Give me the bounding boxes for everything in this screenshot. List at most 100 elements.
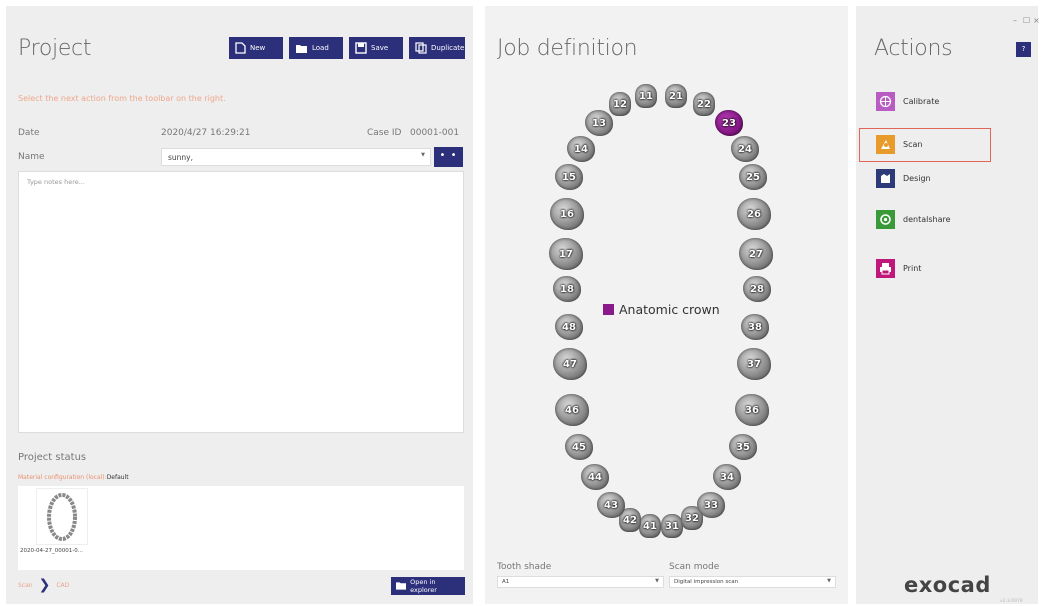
tooth-number: 41: [643, 520, 657, 532]
tooth-number: 37: [747, 358, 761, 370]
notes-textarea[interactable]: Type notes here...: [18, 171, 464, 433]
tooth-17[interactable]: 17: [549, 238, 583, 270]
hint-text: Select the next action from the toolbar …: [18, 94, 226, 103]
tooth-11[interactable]: 11: [635, 84, 657, 108]
tooth-number: 36: [745, 404, 759, 416]
scan-label: Scan: [903, 140, 923, 149]
tooth-number: 15: [562, 171, 576, 183]
tooth-35[interactable]: 35: [729, 434, 757, 460]
duplicate-button-label: Duplicate: [431, 44, 465, 52]
tooth-16[interactable]: 16: [550, 198, 584, 230]
save-button[interactable]: Save: [349, 37, 403, 59]
workflow-step-scan[interactable]: Scan: [18, 582, 33, 589]
print-action[interactable]: Print: [876, 259, 921, 278]
tooth-34[interactable]: 34: [713, 464, 741, 490]
design-icon: [876, 169, 895, 188]
name-input[interactable]: sunny, ▼: [161, 148, 431, 166]
tooth-28[interactable]: 28: [743, 276, 771, 302]
tooth-number: 32: [685, 512, 699, 524]
tooth-37[interactable]: 37: [737, 348, 771, 380]
case-id-label: Case ID: [367, 128, 402, 138]
tooth-22[interactable]: 22: [693, 92, 715, 116]
tooth-25[interactable]: 25: [739, 164, 767, 190]
name-options-button[interactable]: • • •: [434, 147, 463, 179]
tooth-number: 14: [574, 143, 588, 155]
help-button[interactable]: ?: [1016, 42, 1031, 57]
tooth-23[interactable]: 23: [715, 110, 743, 136]
dentalshare-icon: [876, 210, 895, 229]
tooth-21[interactable]: 21: [665, 84, 687, 108]
tooth-31[interactable]: 31: [661, 514, 683, 538]
date-label: Date: [18, 128, 40, 138]
exocad-logo: exocad: [904, 573, 991, 597]
calibrate-action[interactable]: Calibrate: [876, 92, 939, 111]
calibrate-label: Calibrate: [903, 97, 940, 106]
legend-swatch: [603, 304, 614, 315]
design-action[interactable]: Design: [876, 169, 931, 188]
open-in-explorer-button[interactable]: Open in explorer: [391, 577, 465, 595]
case-id-value: 00001-001: [410, 128, 460, 138]
tooth-number: 17: [559, 248, 573, 260]
legend-label: Anatomic crown: [619, 302, 720, 317]
new-button[interactable]: New: [229, 37, 283, 59]
tooth-number: 25: [746, 171, 760, 183]
tooth-33[interactable]: 33: [697, 492, 725, 518]
tooth-44[interactable]: 44: [581, 464, 609, 490]
load-button-label: Load: [312, 44, 329, 52]
tooth-shade-label: Tooth shade: [497, 562, 552, 572]
tooth-18[interactable]: 18: [553, 276, 581, 302]
chevron-down-icon: ▼: [827, 578, 831, 584]
tooth-number: 21: [669, 90, 683, 102]
tooth-number: 23: [722, 117, 736, 129]
folder-icon: [296, 44, 307, 53]
tooth-38[interactable]: 38: [741, 314, 769, 340]
tooth-number: 26: [747, 208, 761, 220]
tooth-number: 34: [720, 471, 734, 483]
material-value: Default: [106, 474, 129, 481]
material-configuration: Material configuration (local):Default: [18, 474, 129, 481]
name-input-value: sunny,: [168, 153, 193, 162]
minimize-button[interactable]: –: [1013, 16, 1017, 25]
tooth-14[interactable]: 14: [567, 136, 595, 162]
load-button[interactable]: Load: [289, 37, 343, 59]
tooth-48[interactable]: 48: [555, 314, 583, 340]
tooth-number: 18: [560, 283, 574, 295]
chevron-right-icon: ❯: [38, 577, 51, 593]
duplicate-icon: [415, 42, 427, 54]
project-thumbnails: 2020-04-27_00001-0...: [18, 486, 464, 570]
jaw-thumbnail-icon: [47, 493, 77, 541]
duplicate-button[interactable]: Duplicate: [409, 37, 465, 59]
scan-action[interactable]: Scan: [876, 135, 922, 154]
tooth-13[interactable]: 13: [585, 110, 613, 136]
project-thumbnail[interactable]: [36, 488, 88, 545]
notes-placeholder: Type notes here...: [27, 178, 85, 186]
scan-mode-select[interactable]: Digital impression scan ▼: [669, 576, 836, 588]
workflow-step-cad[interactable]: CAD: [56, 582, 69, 589]
workflow-steps: Scan ❯ CAD: [18, 577, 69, 593]
tooth-43[interactable]: 43: [597, 492, 625, 518]
tooth-number: 28: [750, 283, 764, 295]
dentalshare-action[interactable]: dentalshare: [876, 210, 951, 229]
tooth-15[interactable]: 15: [555, 164, 583, 190]
tooth-36[interactable]: 36: [735, 394, 769, 426]
tooth-number: 45: [572, 441, 586, 453]
maximize-button[interactable]: ☐: [1023, 16, 1030, 25]
tooth-number: 27: [749, 248, 763, 260]
tooth-number: 16: [560, 208, 574, 220]
print-icon: [876, 259, 895, 278]
name-label: Name: [18, 152, 45, 162]
close-button[interactable]: ×: [1033, 16, 1040, 25]
project-panel: Project New Load Save Duplicate Select t…: [6, 6, 473, 604]
tooth-number: 31: [665, 520, 679, 532]
tooth-27[interactable]: 27: [739, 238, 773, 270]
tooth-41[interactable]: 41: [639, 514, 661, 538]
tooth-47[interactable]: 47: [553, 348, 587, 380]
save-icon: [355, 42, 367, 54]
tooth-45[interactable]: 45: [565, 434, 593, 460]
tooth-26[interactable]: 26: [737, 198, 771, 230]
tooth-24[interactable]: 24: [731, 136, 759, 162]
tooth-46[interactable]: 46: [555, 394, 589, 426]
tooth-12[interactable]: 12: [609, 92, 631, 116]
tooth-shade-select[interactable]: A1 ▼: [497, 576, 664, 588]
date-value: 2020/4/27 16:29:21: [161, 128, 251, 138]
